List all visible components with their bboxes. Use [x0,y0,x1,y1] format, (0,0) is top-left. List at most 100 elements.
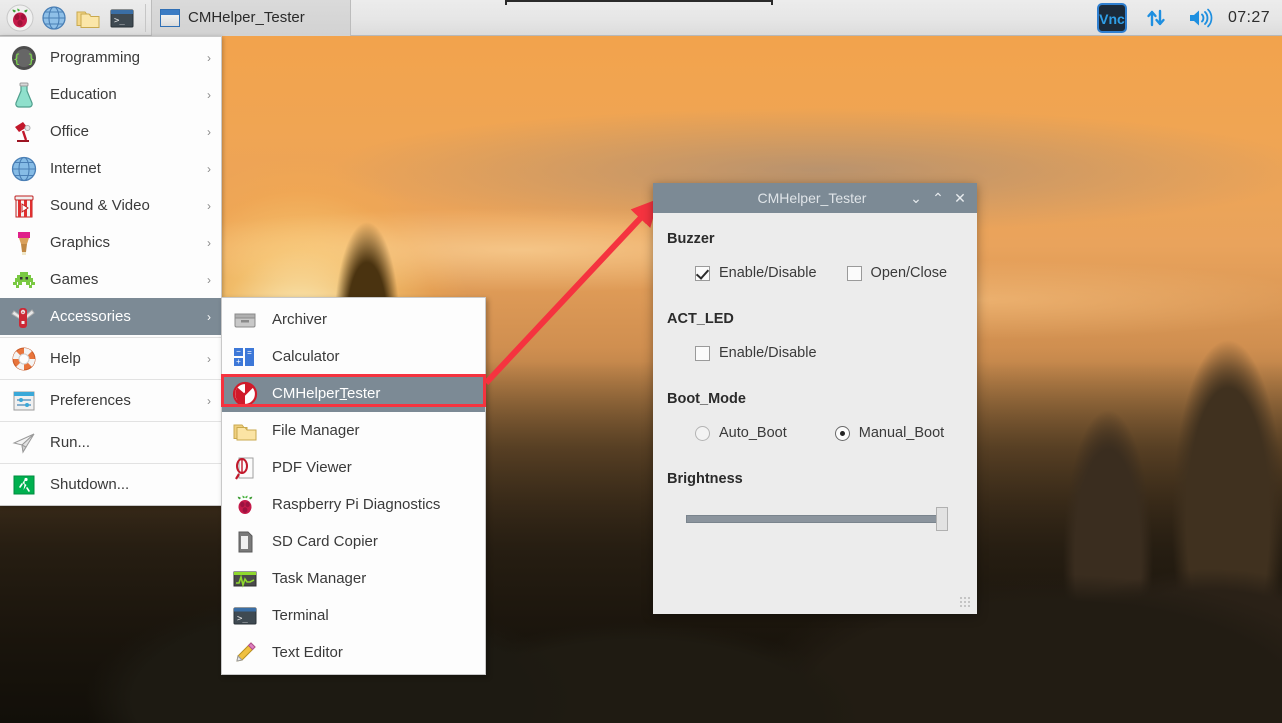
submenu-item-archiver[interactable]: Archiver [222,301,485,338]
checkbox-box[interactable] [846,265,862,281]
act-led-group-title: ACT_LED [667,311,734,327]
checkbox-box[interactable] [695,265,710,281]
web-browser-icon[interactable] [38,2,70,34]
slider-track[interactable] [686,515,948,523]
svg-text:>_: >_ [237,614,248,624]
menu-item-help[interactable]: Help › [0,340,221,377]
menu-item-label: Internet [50,160,101,177]
dialog-title: CMHelper_Tester [757,190,867,206]
act-led-group: ACT_LED Enable/Disable [667,311,961,361]
boot-mode-group: Boot_Mode Auto_Boot Manual_Boot [667,391,961,441]
submenu-item-label: File Manager [272,422,360,439]
slider-handle[interactable] [936,507,948,531]
taskbar-tray: Vnc 07:27 [1096,2,1282,34]
menu-item-label: Help [50,350,81,367]
programming-icon: { } [8,42,40,74]
submenu-item-label: PDF Viewer [272,459,352,476]
menu-item-label: Run... [50,434,91,451]
chevron-right-icon: › [207,87,211,102]
radio-label: Manual_Boot [858,425,945,441]
submenu-item-sd-card-copier[interactable]: SD Card Copier [222,523,485,560]
radio-circle[interactable] [695,425,710,441]
submenu-item-label: Raspberry Pi Diagnostics [272,496,441,513]
submenu-item-task-manager[interactable]: Task Manager [222,560,485,597]
dialog-body: Buzzer Enable/Disable Open/Close ACT_LED [653,213,977,614]
submenu-item-cmhelpertester[interactable]: CMHelperTester [222,375,485,412]
radio-circle[interactable] [834,425,850,441]
taskbar: >_ CMHelper_Tester Vnc 07:27 [0,0,1282,36]
menu-item-games[interactable]: Games › [0,261,221,298]
chevron-right-icon: › [207,124,211,139]
chevron-right-icon: › [207,50,211,65]
menu-item-run[interactable]: Run... [0,424,221,461]
checkbox-label: Enable/Disable [719,265,817,281]
submenu-item-text-editor[interactable]: Text Editor [222,634,485,671]
task-manager-icon [230,564,260,594]
dialog-titlebar[interactable]: CMHelper_Tester ⌄ ⌃ ✕ [653,183,977,213]
act-led-enable-disable-checkbox[interactable]: Enable/Disable [695,345,817,361]
menu-item-accessories[interactable]: + Accessories › [0,298,221,335]
radio-label: Auto_Boot [719,425,787,441]
menu-divider [0,421,221,422]
brightness-group: Brightness [667,471,961,531]
terminal-icon[interactable]: >_ [106,2,138,34]
chevron-right-icon: › [207,272,211,287]
menu-item-label: Games [50,271,99,288]
menu-item-office[interactable]: Office › [0,113,221,150]
menu-item-sound-video[interactable]: Sound & Video › [0,187,221,224]
clock[interactable]: 07:27 [1228,9,1270,27]
submenu-item-raspberry-pi-diagnostics[interactable]: Raspberry Pi Diagnostics [222,486,485,523]
svg-text:−: − [236,347,241,356]
vnc-icon[interactable]: Vnc [1096,2,1128,34]
taskbar-window-button-cmhelper[interactable]: CMHelper_Tester [151,0,351,36]
boot-mode-group-title: Boot_Mode [667,391,746,407]
brightness-slider[interactable] [667,505,961,531]
minimize-button[interactable]: ⌄ [905,187,927,209]
menu-item-label: Office [50,123,89,140]
menu-divider [0,379,221,380]
menu-item-graphics[interactable]: Graphics › [0,224,221,261]
accessories-submenu: Archiver − + = Calculator CMHelperTester… [221,297,486,675]
menu-item-internet[interactable]: Internet › [0,150,221,187]
submenu-item-calculator[interactable]: − + = Calculator [222,338,485,375]
maximize-button[interactable]: ⌃ [927,187,949,209]
network-icon[interactable] [1140,2,1172,34]
checkbox-label: Enable/Disable [719,345,817,361]
taskbar-window-label: CMHelper_Tester [188,9,305,26]
menu-divider [0,463,221,464]
submenu-item-pdf-viewer[interactable]: PDF Viewer [222,449,485,486]
svg-text:+: + [22,310,25,316]
menu-item-label: Graphics [50,234,111,251]
calculator-icon: − + = [230,342,260,372]
menu-item-shutdown[interactable]: Shutdown... [0,466,221,503]
submenu-item-label: SD Card Copier [272,533,378,550]
menu-item-programming[interactable]: { } Programming › [0,39,221,76]
submenu-item-label-text: CMHelperTester [272,385,381,402]
screen: >_ CMHelper_Tester Vnc 07:27 {} Program… [0,0,1282,723]
submenu-item-label: Text Editor [272,644,343,661]
accessories-icon: + [8,301,40,333]
menu-item-education[interactable]: Education › [0,76,221,113]
shutdown-icon [8,469,40,501]
chevron-right-icon: › [207,309,211,324]
submenu-item-terminal[interactable]: >_ Terminal [222,597,485,634]
submenu-item-file-manager[interactable]: File Manager [222,412,485,449]
resize-grip[interactable] [960,597,972,609]
buzzer-open-close-checkbox[interactable]: Open/Close [846,265,947,281]
auto-boot-radio[interactable]: Auto_Boot [695,425,787,441]
file-manager-icon[interactable] [72,2,104,34]
manual-boot-radio[interactable]: Manual_Boot [834,425,945,441]
internet-icon [8,153,40,185]
svg-text:=: = [247,348,252,357]
buzzer-enable-disable-checkbox[interactable]: Enable/Disable [695,265,817,281]
terminal-icon: >_ [230,601,260,631]
submenu-item-label: CMHelperTester [260,385,380,402]
checkbox-box[interactable] [695,345,710,361]
boot-mode-controls-row: Auto_Boot Manual_Boot [667,425,961,441]
menu-item-preferences[interactable]: Preferences › [0,382,221,419]
raspberry-menu-icon[interactable] [4,2,36,34]
buzzer-group-title: Buzzer [667,231,715,247]
submenu-item-label: Calculator [272,348,340,365]
close-button[interactable]: ✕ [949,187,971,209]
volume-icon[interactable] [1184,2,1216,34]
